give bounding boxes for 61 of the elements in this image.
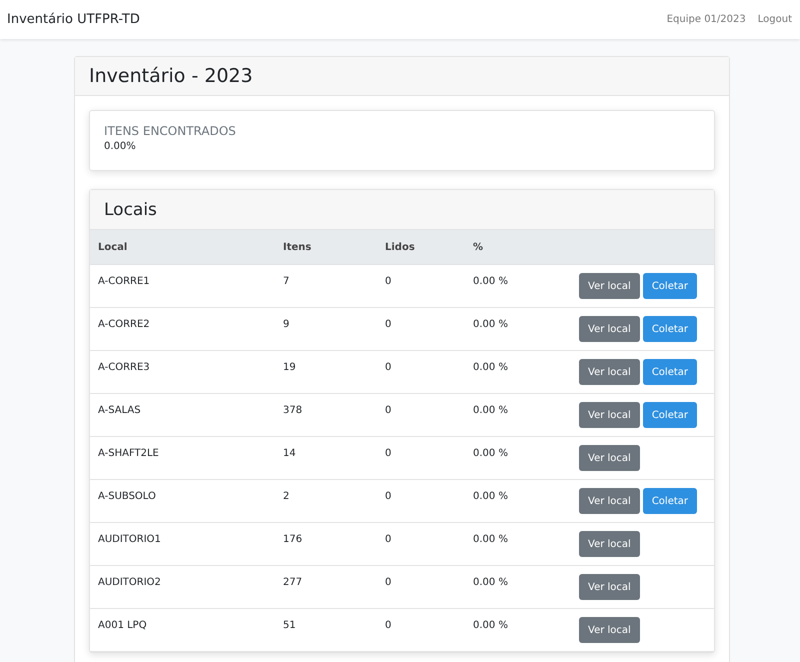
view-button[interactable]: Ver local — [579, 445, 640, 471]
table-cell: A001 LPQ — [98, 620, 147, 631]
table-cell: 176 — [283, 534, 302, 545]
table-cell: 0 — [385, 448, 392, 459]
table-cell: 0 — [385, 577, 392, 588]
summary-value: 0.00% — [104, 141, 137, 152]
table-cell: 0 — [385, 319, 392, 330]
view-button[interactable]: Ver local — [579, 402, 640, 428]
table-cell: 0.00 % — [473, 491, 508, 502]
table-cell: A-CORRE2 — [98, 319, 150, 330]
table-cell: 0.00 % — [473, 534, 508, 545]
column-header: Local — [98, 242, 128, 252]
table-cell: 0 — [385, 276, 392, 287]
summary-label: ITENS ENCONTRADOS — [104, 124, 237, 138]
collect-button[interactable]: Coletar — [642, 402, 698, 428]
collect-button[interactable]: Coletar — [642, 488, 698, 514]
table-cell: 277 — [283, 577, 302, 588]
table-cell: A-SHAFT2LE — [98, 448, 159, 459]
view-button[interactable]: Ver local — [579, 617, 640, 643]
nav-link[interactable]: Logout — [758, 14, 792, 25]
table-cell: AUDITORIO2 — [98, 577, 161, 588]
table-cell: A-CORRE3 — [98, 362, 150, 373]
collect-button[interactable]: Coletar — [642, 316, 698, 342]
table-cell: 19 — [283, 362, 296, 373]
view-button[interactable]: Ver local — [579, 316, 640, 342]
table-cell: 2 — [283, 491, 290, 502]
table-cell: 0.00 % — [473, 577, 508, 588]
collect-button[interactable]: Coletar — [642, 359, 698, 385]
table-cell: A-CORRE1 — [98, 276, 150, 287]
table-cell: 0.00 % — [473, 319, 508, 330]
view-button[interactable]: Ver local — [579, 359, 640, 385]
table-cell: 9 — [283, 319, 290, 330]
table-cell: 0 — [385, 534, 392, 545]
brand-link[interactable]: Inventário UTFPR-TD — [7, 12, 140, 27]
table-cell: 0 — [385, 491, 392, 502]
table-cell: 51 — [283, 620, 296, 631]
table-cell: 0.00 % — [473, 362, 508, 373]
table-cell: 0 — [385, 620, 392, 631]
nav-link[interactable]: Equipe 01/2023 — [666, 14, 746, 25]
table-cell: 0 — [385, 362, 392, 373]
table-cell: 0 — [385, 405, 392, 416]
table-cell: 0.00 % — [473, 405, 508, 416]
table-cell: 0.00 % — [473, 448, 508, 459]
table-cell: A-SALAS — [98, 405, 141, 416]
collect-button[interactable]: Coletar — [642, 273, 698, 299]
table-cell: 14 — [283, 448, 296, 459]
page-title: Inventário - 2023 — [89, 65, 253, 87]
table-cell: A-SUBSOLO — [98, 491, 156, 502]
table-cell: 0.00 % — [473, 276, 508, 287]
table-cell: 0.00 % — [473, 620, 508, 631]
table-cell: AUDITORIO1 — [98, 534, 161, 545]
view-button[interactable]: Ver local — [579, 574, 640, 600]
view-button[interactable]: Ver local — [579, 531, 640, 557]
section-title: Locais — [104, 200, 157, 220]
view-button[interactable]: Ver local — [579, 488, 640, 514]
column-header: Itens — [283, 242, 312, 252]
table-cell: 378 — [283, 405, 302, 416]
table-cell: 7 — [283, 276, 290, 287]
view-button[interactable]: Ver local — [579, 273, 640, 299]
column-header: % — [473, 242, 484, 252]
column-header: Lidos — [385, 242, 415, 252]
